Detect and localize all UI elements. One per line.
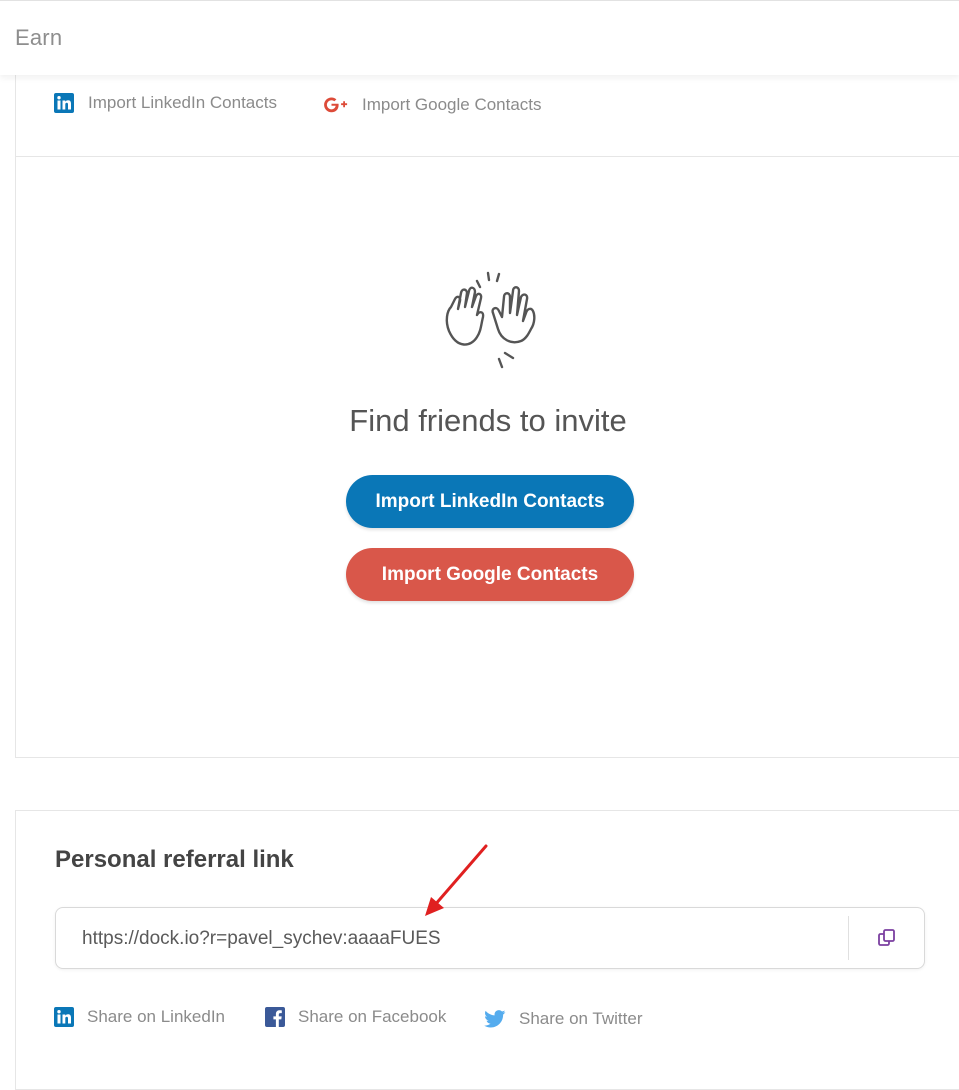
page-title: Earn <box>15 25 63 50</box>
google-plus-icon <box>324 96 348 114</box>
share-linkedin-label: Share on LinkedIn <box>87 1007 225 1026</box>
referral-title: Personal referral link <box>55 846 294 873</box>
find-friends-panel: Import LinkedIn Contacts Import Google C… <box>15 60 959 758</box>
import-google-button[interactable]: Import Google Contacts <box>346 548 634 601</box>
copy-icon <box>877 928 897 948</box>
tab-import-google[interactable]: Import Google Contacts <box>324 95 542 115</box>
import-linkedin-button[interactable]: Import LinkedIn Contacts <box>346 475 634 528</box>
share-twitter-link[interactable]: Share on Twitter <box>484 1009 642 1029</box>
top-bar: Earn <box>0 0 959 75</box>
facebook-icon <box>265 1007 285 1027</box>
twitter-icon <box>484 1010 506 1028</box>
linkedin-icon <box>54 1007 74 1027</box>
tab-import-linkedin-label: Import LinkedIn Contacts <box>88 93 277 112</box>
share-linkedin-link[interactable]: Share on LinkedIn <box>54 1007 225 1027</box>
tab-import-google-label: Import Google Contacts <box>362 95 542 114</box>
high-five-icon <box>441 271 541 371</box>
tab-import-linkedin[interactable]: Import LinkedIn Contacts <box>54 93 277 113</box>
find-friends-heading: Find friends to invite <box>349 403 627 438</box>
red-arrow-annotation <box>420 842 492 927</box>
copy-link-button[interactable] <box>849 908 925 968</box>
import-tabs: Import LinkedIn Contacts Import Google C… <box>16 61 959 157</box>
linkedin-icon <box>54 93 74 113</box>
share-facebook-label: Share on Facebook <box>298 1007 447 1026</box>
share-facebook-link[interactable]: Share on Facebook <box>265 1007 446 1027</box>
share-twitter-label: Share on Twitter <box>519 1009 643 1028</box>
